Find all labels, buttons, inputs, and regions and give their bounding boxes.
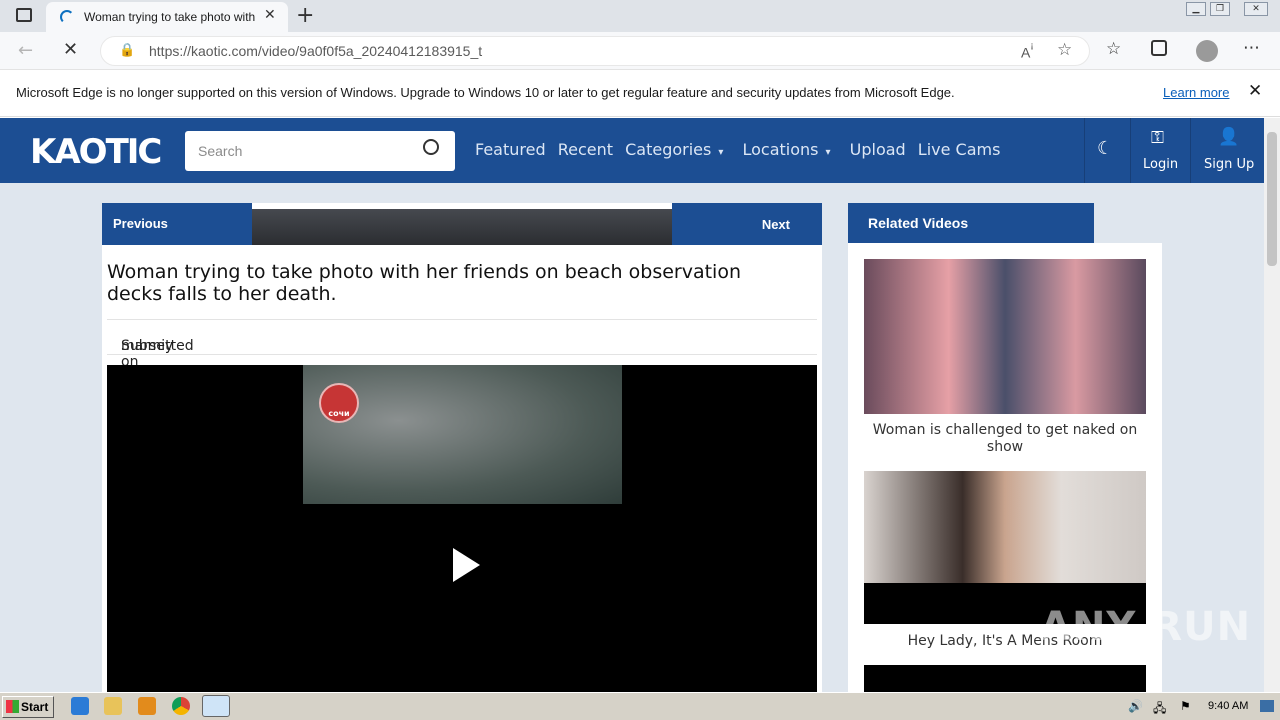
collections-icon[interactable] (1151, 40, 1167, 56)
key-icon: ⚿ (1151, 128, 1164, 148)
site-logo[interactable]: KAOTIC (30, 128, 170, 176)
main-nav: Featured Recent Categories ▾ Locations ▾ U… (475, 140, 1007, 159)
play-icon[interactable] (453, 548, 480, 582)
signup-button[interactable]: 👤 Sign Up (1190, 118, 1264, 183)
related-caption-1[interactable]: Woman is challenged to get naked on show (864, 422, 1146, 456)
infobar-message: Microsoft Edge is no longer supported on… (16, 85, 955, 100)
url-text: https://kaotic.com/video/9a0f0f5a_202404… (149, 43, 483, 59)
address-toolbar: ← ✕ 🔒 https://kaotic.com/video/9a0f0f5a_… (0, 32, 1280, 70)
unsupported-os-infobar: Microsoft Edge is no longer supported on… (0, 71, 1280, 117)
lock-icon[interactable]: 🔒 (119, 42, 135, 58)
submission-info: Submitted on 04/13/2024 by: marsey (107, 319, 817, 402)
close-tab-icon[interactable]: ✕ (264, 7, 276, 23)
chevron-down-icon: ▾ (825, 147, 831, 158)
favorites-icon[interactable]: ☆ (1106, 39, 1121, 59)
nav-divider (252, 209, 672, 245)
profile-avatar[interactable] (1196, 40, 1218, 62)
address-bar[interactable]: 🔒 https://kaotic.com/video/9a0f0f5a_2024… (100, 36, 1090, 66)
previous-label: Previous (113, 216, 168, 231)
read-aloud-icon[interactable]: Aꜟ (1021, 42, 1034, 61)
restore-button[interactable]: ❐ (1210, 2, 1230, 16)
windows-logo-icon (6, 700, 19, 713)
tab-actions-icon[interactable] (16, 8, 32, 22)
browser-title-bar: Woman trying to take photo with her frie… (0, 0, 1280, 32)
related-header-label: Related Videos (868, 215, 969, 231)
nav-categories-label: Categories (625, 140, 712, 159)
start-button[interactable]: Start (2, 696, 54, 718)
chevron-down-icon: ▾ (718, 147, 724, 158)
watermark: ANY RUN (1040, 604, 1252, 650)
nav-locations[interactable]: Locations ▾ (742, 140, 837, 159)
nav-featured[interactable]: Featured (475, 140, 546, 159)
show-desktop-icon[interactable] (1260, 700, 1274, 712)
related-thumbnail-2[interactable] (864, 471, 1146, 583)
tab-title: Woman trying to take photo with her frie… (84, 10, 259, 24)
browser-tab[interactable]: Woman trying to take photo with her frie… (46, 2, 288, 32)
vertical-scrollbar[interactable] (1264, 118, 1280, 692)
nav-locations-label: Locations (742, 140, 819, 159)
chrome-icon[interactable] (172, 697, 190, 715)
flag-icon[interactable]: ⚑ (1180, 699, 1191, 713)
start-label: Start (21, 700, 49, 714)
related-videos-header: Related Videos (848, 203, 1094, 243)
close-window-button[interactable]: ✕ (1244, 2, 1268, 16)
search-placeholder: Search (198, 143, 243, 159)
video-title: Woman trying to take photo with her frie… (107, 261, 741, 305)
login-label: Login (1143, 157, 1179, 172)
loading-spinner-icon (60, 10, 74, 24)
nav-upload[interactable]: Upload (850, 140, 906, 159)
close-infobar-icon[interactable]: ✕ (1248, 81, 1262, 101)
minimize-button[interactable]: ▁ (1186, 2, 1206, 16)
media-player-icon[interactable] (138, 697, 156, 715)
related-thumbnail-3[interactable] (864, 665, 1146, 692)
back-icon[interactable]: ← (18, 40, 33, 61)
dark-mode-toggle[interactable]: ☾ (1084, 118, 1130, 183)
edge-icon[interactable] (202, 695, 230, 717)
new-tab-button[interactable]: + (296, 3, 314, 28)
learn-more-link[interactable]: Learn more (1163, 85, 1229, 100)
nav-categories[interactable]: Categories ▾ (625, 140, 730, 159)
stop-loading-icon[interactable]: ✕ (63, 39, 78, 60)
author-link[interactable]: marsey (121, 338, 173, 354)
scrollbar-thumb[interactable] (1267, 132, 1277, 266)
site-header: KAOTIC Search Featured Recent Categories… (0, 118, 1264, 183)
volume-icon[interactable]: 🔊 (1128, 699, 1143, 713)
ie-icon[interactable] (71, 697, 89, 715)
previous-button[interactable]: Previous (102, 203, 252, 245)
channel-badge-text: сочи (328, 409, 350, 418)
next-button[interactable]: Next (672, 203, 822, 245)
settings-more-icon[interactable]: ⋯ (1243, 38, 1260, 58)
windows-taskbar: Start 🔊 🖧 ⚑ 9:40 AM (0, 692, 1280, 720)
network-icon[interactable]: 🖧 (1153, 699, 1166, 720)
video-thumbnail: сочи (303, 365, 622, 504)
search-icon[interactable] (423, 139, 439, 155)
explorer-icon[interactable] (104, 697, 122, 715)
add-favorite-icon[interactable]: ☆ (1057, 40, 1072, 60)
channel-badge: сочи (319, 383, 359, 423)
video-player[interactable]: сочи (107, 365, 817, 692)
nav-live-cams[interactable]: Live Cams (918, 140, 1001, 159)
related-thumbnail-1[interactable] (864, 259, 1146, 414)
next-label: Next (761, 217, 790, 232)
signup-label: Sign Up (1204, 157, 1255, 172)
moon-icon: ☾ (1097, 138, 1114, 159)
search-input[interactable]: Search (185, 131, 455, 171)
video-panel: Previous Next Woman trying to take photo… (102, 203, 822, 692)
nav-recent[interactable]: Recent (558, 140, 613, 159)
add-user-icon: 👤 (1218, 127, 1240, 147)
login-button[interactable]: ⚿ Login (1130, 118, 1190, 183)
taskbar-clock: 9:40 AM (1208, 700, 1249, 712)
